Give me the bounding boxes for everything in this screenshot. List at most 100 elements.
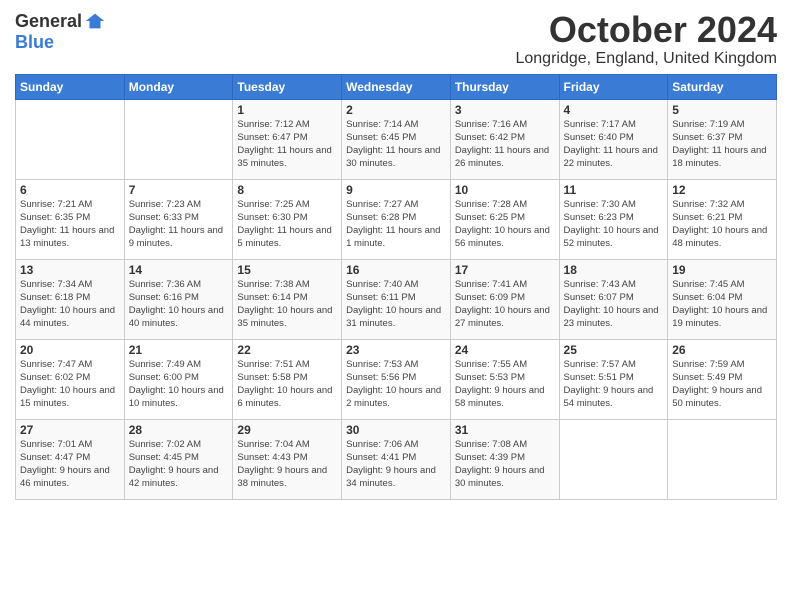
day-info: Sunrise: 7:59 AMSunset: 5:49 PMDaylight:… bbox=[672, 358, 772, 411]
calendar: SundayMondayTuesdayWednesdayThursdayFrid… bbox=[15, 74, 777, 500]
day-cell bbox=[124, 99, 233, 179]
day-info: Sunrise: 7:47 AMSunset: 6:02 PMDaylight:… bbox=[20, 358, 120, 411]
day-cell: 1Sunrise: 7:12 AMSunset: 6:47 PMDaylight… bbox=[233, 99, 342, 179]
day-info: Sunrise: 7:38 AMSunset: 6:14 PMDaylight:… bbox=[237, 278, 337, 331]
day-cell: 17Sunrise: 7:41 AMSunset: 6:09 PMDayligh… bbox=[450, 259, 559, 339]
week-row-1: 1Sunrise: 7:12 AMSunset: 6:47 PMDaylight… bbox=[16, 99, 777, 179]
day-info: Sunrise: 7:19 AMSunset: 6:37 PMDaylight:… bbox=[672, 118, 772, 171]
day-info: Sunrise: 7:30 AMSunset: 6:23 PMDaylight:… bbox=[564, 198, 664, 251]
weekday-header-saturday: Saturday bbox=[668, 74, 777, 99]
day-cell bbox=[668, 419, 777, 499]
day-info: Sunrise: 7:51 AMSunset: 5:58 PMDaylight:… bbox=[237, 358, 337, 411]
logo-icon bbox=[84, 10, 106, 32]
day-cell: 2Sunrise: 7:14 AMSunset: 6:45 PMDaylight… bbox=[342, 99, 451, 179]
day-cell: 3Sunrise: 7:16 AMSunset: 6:42 PMDaylight… bbox=[450, 99, 559, 179]
day-info: Sunrise: 7:36 AMSunset: 6:16 PMDaylight:… bbox=[129, 278, 229, 331]
day-number: 13 bbox=[20, 263, 120, 277]
day-number: 27 bbox=[20, 423, 120, 437]
day-info: Sunrise: 7:08 AMSunset: 4:39 PMDaylight:… bbox=[455, 438, 555, 491]
day-cell: 23Sunrise: 7:53 AMSunset: 5:56 PMDayligh… bbox=[342, 339, 451, 419]
day-cell bbox=[16, 99, 125, 179]
day-cell: 25Sunrise: 7:57 AMSunset: 5:51 PMDayligh… bbox=[559, 339, 668, 419]
day-number: 11 bbox=[564, 183, 664, 197]
day-cell: 6Sunrise: 7:21 AMSunset: 6:35 PMDaylight… bbox=[16, 179, 125, 259]
month-title: October 2024 bbox=[515, 10, 777, 50]
day-info: Sunrise: 7:34 AMSunset: 6:18 PMDaylight:… bbox=[20, 278, 120, 331]
week-row-3: 13Sunrise: 7:34 AMSunset: 6:18 PMDayligh… bbox=[16, 259, 777, 339]
day-number: 8 bbox=[237, 183, 337, 197]
day-cell: 21Sunrise: 7:49 AMSunset: 6:00 PMDayligh… bbox=[124, 339, 233, 419]
day-info: Sunrise: 7:21 AMSunset: 6:35 PMDaylight:… bbox=[20, 198, 120, 251]
day-info: Sunrise: 7:12 AMSunset: 6:47 PMDaylight:… bbox=[237, 118, 337, 171]
day-number: 31 bbox=[455, 423, 555, 437]
day-number: 2 bbox=[346, 103, 446, 117]
day-number: 1 bbox=[237, 103, 337, 117]
day-cell: 19Sunrise: 7:45 AMSunset: 6:04 PMDayligh… bbox=[668, 259, 777, 339]
day-number: 17 bbox=[455, 263, 555, 277]
day-cell: 4Sunrise: 7:17 AMSunset: 6:40 PMDaylight… bbox=[559, 99, 668, 179]
day-cell: 30Sunrise: 7:06 AMSunset: 4:41 PMDayligh… bbox=[342, 419, 451, 499]
day-info: Sunrise: 7:40 AMSunset: 6:11 PMDaylight:… bbox=[346, 278, 446, 331]
day-info: Sunrise: 7:41 AMSunset: 6:09 PMDaylight:… bbox=[455, 278, 555, 331]
day-cell: 26Sunrise: 7:59 AMSunset: 5:49 PMDayligh… bbox=[668, 339, 777, 419]
day-info: Sunrise: 7:45 AMSunset: 6:04 PMDaylight:… bbox=[672, 278, 772, 331]
day-number: 26 bbox=[672, 343, 772, 357]
day-info: Sunrise: 7:16 AMSunset: 6:42 PMDaylight:… bbox=[455, 118, 555, 171]
day-number: 14 bbox=[129, 263, 229, 277]
day-info: Sunrise: 7:01 AMSunset: 4:47 PMDaylight:… bbox=[20, 438, 120, 491]
day-cell: 11Sunrise: 7:30 AMSunset: 6:23 PMDayligh… bbox=[559, 179, 668, 259]
day-number: 21 bbox=[129, 343, 229, 357]
day-number: 7 bbox=[129, 183, 229, 197]
day-info: Sunrise: 7:06 AMSunset: 4:41 PMDaylight:… bbox=[346, 438, 446, 491]
week-row-2: 6Sunrise: 7:21 AMSunset: 6:35 PMDaylight… bbox=[16, 179, 777, 259]
day-number: 9 bbox=[346, 183, 446, 197]
day-cell: 31Sunrise: 7:08 AMSunset: 4:39 PMDayligh… bbox=[450, 419, 559, 499]
day-number: 28 bbox=[129, 423, 229, 437]
logo-blue-text: Blue bbox=[15, 32, 54, 53]
day-number: 22 bbox=[237, 343, 337, 357]
day-cell bbox=[559, 419, 668, 499]
day-number: 19 bbox=[672, 263, 772, 277]
logo: General Blue bbox=[15, 10, 106, 53]
day-info: Sunrise: 7:57 AMSunset: 5:51 PMDaylight:… bbox=[564, 358, 664, 411]
day-number: 18 bbox=[564, 263, 664, 277]
day-number: 15 bbox=[237, 263, 337, 277]
day-cell: 7Sunrise: 7:23 AMSunset: 6:33 PMDaylight… bbox=[124, 179, 233, 259]
weekday-header-wednesday: Wednesday bbox=[342, 74, 451, 99]
day-number: 4 bbox=[564, 103, 664, 117]
title-block: October 2024 Longridge, England, United … bbox=[515, 10, 777, 68]
week-row-4: 20Sunrise: 7:47 AMSunset: 6:02 PMDayligh… bbox=[16, 339, 777, 419]
day-info: Sunrise: 7:02 AMSunset: 4:45 PMDaylight:… bbox=[129, 438, 229, 491]
day-number: 12 bbox=[672, 183, 772, 197]
day-cell: 12Sunrise: 7:32 AMSunset: 6:21 PMDayligh… bbox=[668, 179, 777, 259]
day-info: Sunrise: 7:25 AMSunset: 6:30 PMDaylight:… bbox=[237, 198, 337, 251]
day-cell: 9Sunrise: 7:27 AMSunset: 6:28 PMDaylight… bbox=[342, 179, 451, 259]
location: Longridge, England, United Kingdom bbox=[515, 50, 777, 68]
day-cell: 24Sunrise: 7:55 AMSunset: 5:53 PMDayligh… bbox=[450, 339, 559, 419]
day-cell: 18Sunrise: 7:43 AMSunset: 6:07 PMDayligh… bbox=[559, 259, 668, 339]
day-number: 3 bbox=[455, 103, 555, 117]
day-info: Sunrise: 7:49 AMSunset: 6:00 PMDaylight:… bbox=[129, 358, 229, 411]
day-cell: 22Sunrise: 7:51 AMSunset: 5:58 PMDayligh… bbox=[233, 339, 342, 419]
day-info: Sunrise: 7:17 AMSunset: 6:40 PMDaylight:… bbox=[564, 118, 664, 171]
day-number: 20 bbox=[20, 343, 120, 357]
day-number: 6 bbox=[20, 183, 120, 197]
header: General Blue October 2024 Longridge, Eng… bbox=[15, 10, 777, 68]
day-cell: 20Sunrise: 7:47 AMSunset: 6:02 PMDayligh… bbox=[16, 339, 125, 419]
day-cell: 28Sunrise: 7:02 AMSunset: 4:45 PMDayligh… bbox=[124, 419, 233, 499]
day-cell: 10Sunrise: 7:28 AMSunset: 6:25 PMDayligh… bbox=[450, 179, 559, 259]
day-info: Sunrise: 7:43 AMSunset: 6:07 PMDaylight:… bbox=[564, 278, 664, 331]
day-info: Sunrise: 7:28 AMSunset: 6:25 PMDaylight:… bbox=[455, 198, 555, 251]
weekday-header-tuesday: Tuesday bbox=[233, 74, 342, 99]
day-cell: 13Sunrise: 7:34 AMSunset: 6:18 PMDayligh… bbox=[16, 259, 125, 339]
day-info: Sunrise: 7:27 AMSunset: 6:28 PMDaylight:… bbox=[346, 198, 446, 251]
weekday-header-row: SundayMondayTuesdayWednesdayThursdayFrid… bbox=[16, 74, 777, 99]
day-info: Sunrise: 7:55 AMSunset: 5:53 PMDaylight:… bbox=[455, 358, 555, 411]
day-cell: 14Sunrise: 7:36 AMSunset: 6:16 PMDayligh… bbox=[124, 259, 233, 339]
day-cell: 8Sunrise: 7:25 AMSunset: 6:30 PMDaylight… bbox=[233, 179, 342, 259]
weekday-header-monday: Monday bbox=[124, 74, 233, 99]
day-number: 25 bbox=[564, 343, 664, 357]
page: General Blue October 2024 Longridge, Eng… bbox=[0, 0, 792, 612]
day-number: 24 bbox=[455, 343, 555, 357]
day-info: Sunrise: 7:14 AMSunset: 6:45 PMDaylight:… bbox=[346, 118, 446, 171]
